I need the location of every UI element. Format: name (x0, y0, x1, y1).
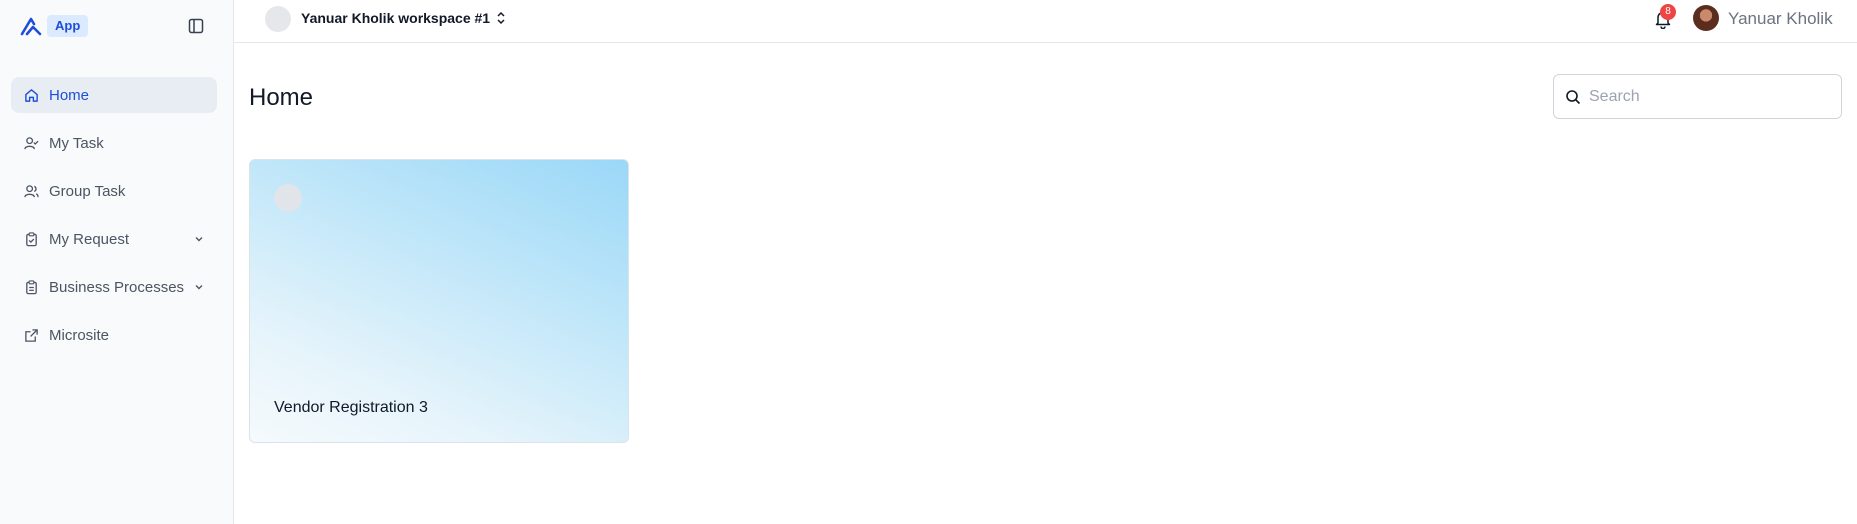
clipboard-check-icon (23, 231, 39, 247)
search-input[interactable] (1589, 87, 1829, 106)
sidebar-panel-icon (188, 18, 204, 34)
sidebar-item-home[interactable]: Home (11, 77, 217, 113)
clipboard-list-icon (23, 279, 39, 295)
app-root: App Home My Task Group Task My Request B… (0, 0, 1857, 524)
main-content: Yanuar Kholik workspace #1 8 Yanuar Khol… (234, 0, 1857, 524)
chevron-down-icon[interactable] (193, 281, 205, 293)
top-bar: Yanuar Kholik workspace #1 8 Yanuar Khol… (234, 0, 1857, 43)
users-icon (23, 183, 39, 199)
sidebar-nav: Home My Task Group Task My Request Busin… (11, 77, 217, 365)
app-badge: App (47, 15, 89, 37)
sidebar-item-label: My Request (49, 230, 130, 248)
page-title: Home (249, 84, 314, 111)
sidebar-item-label: Group Task (49, 182, 126, 200)
home-icon (23, 87, 39, 103)
sidebar-item-group-task[interactable]: Group Task (11, 173, 217, 209)
sidebar-item-my-request[interactable]: My Request (11, 221, 217, 257)
chevron-up-down-icon[interactable] (495, 11, 507, 25)
workspace-avatar[interactable] (265, 6, 291, 32)
sidebar-toggle-button[interactable] (186, 16, 206, 36)
sidebar: App Home My Task Group Task My Request B… (0, 0, 234, 524)
sidebar-item-my-task[interactable]: My Task (11, 125, 217, 161)
user-name[interactable]: Yanuar Kholik (1728, 9, 1833, 29)
user-avatar[interactable] (1693, 5, 1719, 31)
search-icon (1566, 89, 1581, 104)
sidebar-item-label: My Task (49, 134, 104, 152)
workspace-name[interactable]: Yanuar Kholik workspace #1 (301, 10, 490, 26)
card-avatar (274, 184, 302, 212)
sidebar-header: App (0, 0, 233, 52)
sidebar-item-label: Business Processes (49, 278, 185, 296)
notification-badge: 8 (1660, 4, 1676, 20)
process-card[interactable]: Vendor Registration 3 (249, 159, 629, 443)
sidebar-item-label: Home (49, 86, 90, 104)
logo-icon[interactable] (20, 16, 42, 36)
user-check-icon (23, 135, 39, 151)
sidebar-item-label: Microsite (49, 326, 110, 344)
chevron-down-icon[interactable] (193, 233, 205, 245)
external-link-icon (23, 327, 39, 343)
search-box (1553, 74, 1842, 119)
sidebar-item-business-processes[interactable]: Business Processes (11, 269, 217, 305)
sidebar-item-microsite[interactable]: Microsite (11, 317, 217, 353)
card-title: Vendor Registration 3 (274, 399, 428, 416)
